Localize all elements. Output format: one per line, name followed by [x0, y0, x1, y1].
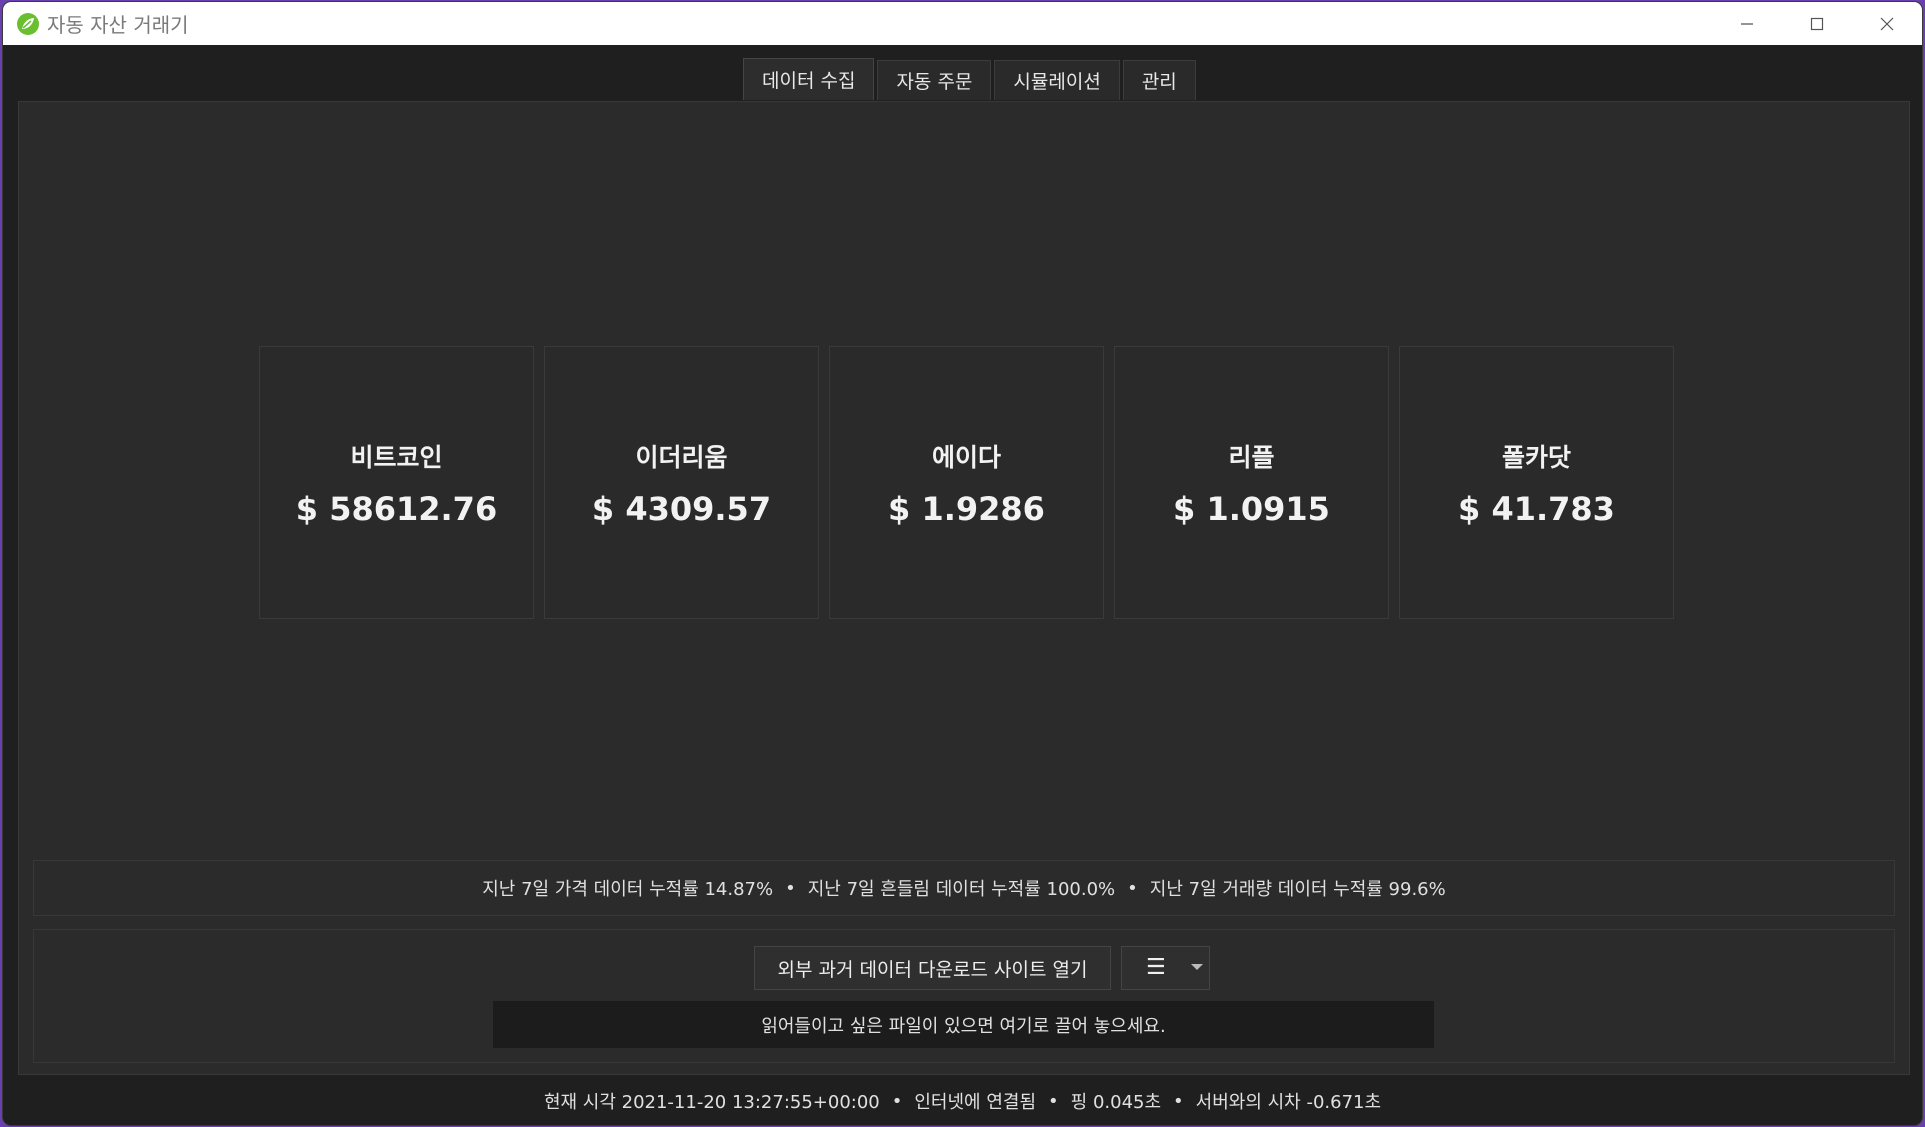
minimize-button[interactable] [1712, 2, 1782, 45]
price-card-ethereum: 이더리움 $ 4309.57 [544, 346, 819, 619]
card-asset-name: 이더리움 [635, 442, 728, 472]
status-bar: 현재 시각 2021-11-20 13:27:55+00:00 • 인터넷에 연… [3, 1077, 1922, 1125]
minimize-icon [1741, 22, 1753, 25]
price-card-cardano: 에이다 $ 1.9286 [829, 346, 1104, 619]
chevron-down-icon [1191, 964, 1203, 970]
card-asset-name: 비트코인 [350, 442, 443, 472]
title-bar[interactable]: 자동 자산 거래기 [3, 2, 1922, 45]
ping-value: 핑 0.045초 [1070, 1092, 1162, 1113]
tab-data-collection[interactable]: 데이터 수집 [743, 58, 875, 100]
maximize-button[interactable] [1782, 2, 1852, 45]
card-asset-price: $ 41.783 [1458, 489, 1615, 528]
data-accumulation-stats: 지난 7일 가격 데이터 누적률 14.87% • 지난 7일 흔들림 데이터 … [33, 860, 1895, 916]
options-menu-button[interactable]: ☰ [1121, 946, 1210, 990]
price-data-rate: 지난 7일 가격 데이터 누적률 14.87% [482, 879, 774, 900]
card-asset-price: $ 1.9286 [888, 489, 1045, 528]
card-asset-price: $ 4309.57 [591, 489, 772, 528]
separator: • [785, 877, 796, 899]
card-asset-name: 에이다 [931, 442, 1001, 472]
card-asset-name: 리플 [1228, 442, 1275, 472]
separator: • [891, 1090, 903, 1112]
tab-simulation[interactable]: 시뮬레이션 [994, 60, 1120, 100]
close-button[interactable] [1852, 2, 1922, 45]
separator: • [1048, 1090, 1059, 1112]
tab-bar: 데이터 수집 자동 주문 시뮬레이션 관리 [3, 58, 1922, 102]
volume-data-rate: 지난 7일 거래량 데이터 누적률 99.6% [1149, 879, 1446, 900]
connection-status: 인터넷에 연결됨 [914, 1092, 1037, 1113]
window-title: 자동 자산 거래기 [47, 13, 189, 37]
volatility-data-rate: 지난 7일 흔들림 데이터 누적률 100.0% [807, 879, 1116, 900]
tab-auto-order[interactable]: 자동 주문 [877, 60, 992, 100]
leaf-logo-icon [15, 11, 41, 37]
card-asset-price: $ 58612.76 [295, 489, 498, 528]
price-cards: 비트코인 $ 58612.76 이더리움 $ 4309.57 에이다 $ 1.9… [259, 346, 1684, 619]
tab-management[interactable]: 관리 [1122, 60, 1196, 100]
hamburger-menu-icon: ☰ [1146, 955, 1166, 980]
tab-content-panel: 비트코인 $ 58612.76 이더리움 $ 4309.57 에이다 $ 1.9… [18, 101, 1910, 1075]
file-drop-zone[interactable]: 읽어들이고 싶은 파일이 있으면 여기로 끌어 놓으세요. [493, 1001, 1434, 1048]
open-download-site-button[interactable]: 외부 과거 데이터 다운로드 사이트 열기 [754, 946, 1111, 990]
price-card-polkadot: 폴카닷 $ 41.783 [1399, 346, 1674, 619]
import-panel: 외부 과거 데이터 다운로드 사이트 열기 ☰ 읽어들이고 싶은 파일이 있으면… [33, 929, 1895, 1063]
price-card-bitcoin: 비트코인 $ 58612.76 [259, 346, 534, 619]
separator: • [1173, 1090, 1184, 1112]
maximize-icon [1810, 17, 1824, 30]
current-time: 현재 시각 2021-11-20 13:27:55+00:00 [543, 1092, 880, 1113]
app-window: 자동 자산 거래기 데이터 수집 자동 주문 시뮬레이션 관리 비트코인 $ 5… [3, 2, 1922, 1125]
server-time-offset: 서버와의 시차 -0.671초 [1195, 1092, 1382, 1113]
card-asset-price: $ 1.0915 [1173, 489, 1330, 528]
close-icon [1880, 17, 1894, 30]
card-asset-name: 폴카닷 [1501, 442, 1571, 472]
separator: • [1127, 877, 1138, 899]
price-card-ripple: 리플 $ 1.0915 [1114, 346, 1389, 619]
